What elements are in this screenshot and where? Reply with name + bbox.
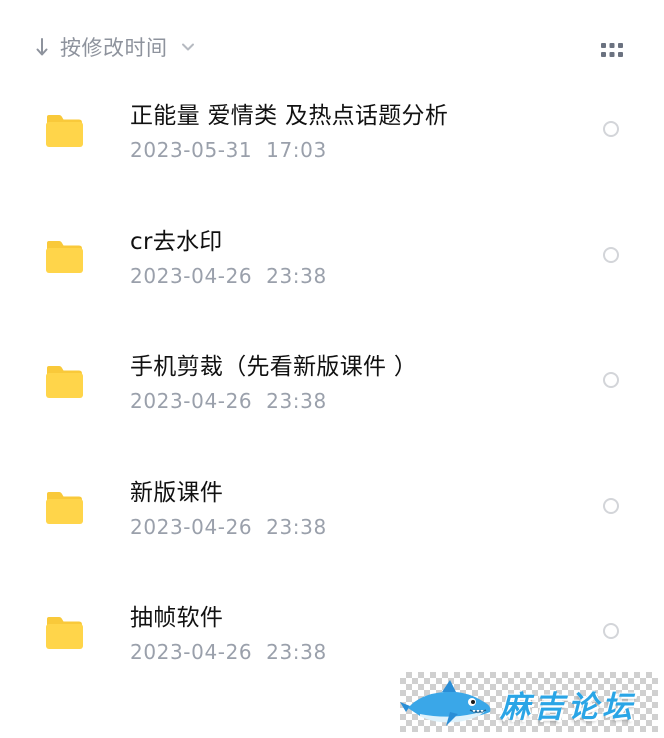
watermark-text: 麻吉论坛 <box>500 690 636 725</box>
arrow-down-icon <box>32 34 52 60</box>
file-row[interactable]: 正能量 爱情类 及热点话题分析 2023-05-31 17:03 <box>0 80 664 206</box>
file-name: 抽帧软件 <box>130 605 224 631</box>
toolbar: 按修改时间 <box>0 0 664 92</box>
file-name: 新版课件 <box>130 479 224 506</box>
file-name: 正能量 爱情类 及热点话题分析 <box>130 103 449 129</box>
grid-view-icon[interactable] <box>596 36 628 64</box>
select-radio[interactable] <box>603 246 619 263</box>
folder-icon <box>44 240 84 274</box>
sort-by-button[interactable]: 按修改时间 <box>32 30 196 64</box>
sort-label: 按修改时间 <box>60 36 168 60</box>
folder-icon <box>44 491 84 525</box>
file-name: cr去水印 <box>130 228 223 255</box>
select-radio[interactable] <box>603 497 619 514</box>
file-date: 2023-04-26 23:38 <box>130 640 327 664</box>
select-radio[interactable] <box>603 372 619 388</box>
select-radio[interactable] <box>603 121 619 137</box>
watermark: 麻吉论坛 <box>400 672 658 732</box>
folder-icon <box>44 114 84 148</box>
folder-icon <box>44 616 84 650</box>
shark-mascot-icon <box>400 680 491 726</box>
folder-icon <box>44 365 84 399</box>
file-date: 2023-04-26 23:38 <box>130 389 327 413</box>
file-date: 2023-05-31 17:03 <box>130 138 327 162</box>
file-list: 正能量 爱情类 及热点话题分析 2023-05-31 17:03 cr去水印 2… <box>0 80 664 708</box>
file-row[interactable]: 手机剪裁（先看新版课件 ） 2023-04-26 23:38 <box>0 331 664 457</box>
file-row[interactable]: 新版课件 2023-04-26 23:38 <box>0 457 664 583</box>
file-date: 2023-04-26 23:38 <box>130 514 327 539</box>
select-radio[interactable] <box>603 623 619 639</box>
file-date: 2023-04-26 23:38 <box>130 263 327 288</box>
file-name: 手机剪裁（先看新版课件 ） <box>130 354 418 380</box>
file-row[interactable]: cr去水印 2023-04-26 23:38 <box>0 206 664 332</box>
chevron-down-icon <box>180 39 196 55</box>
